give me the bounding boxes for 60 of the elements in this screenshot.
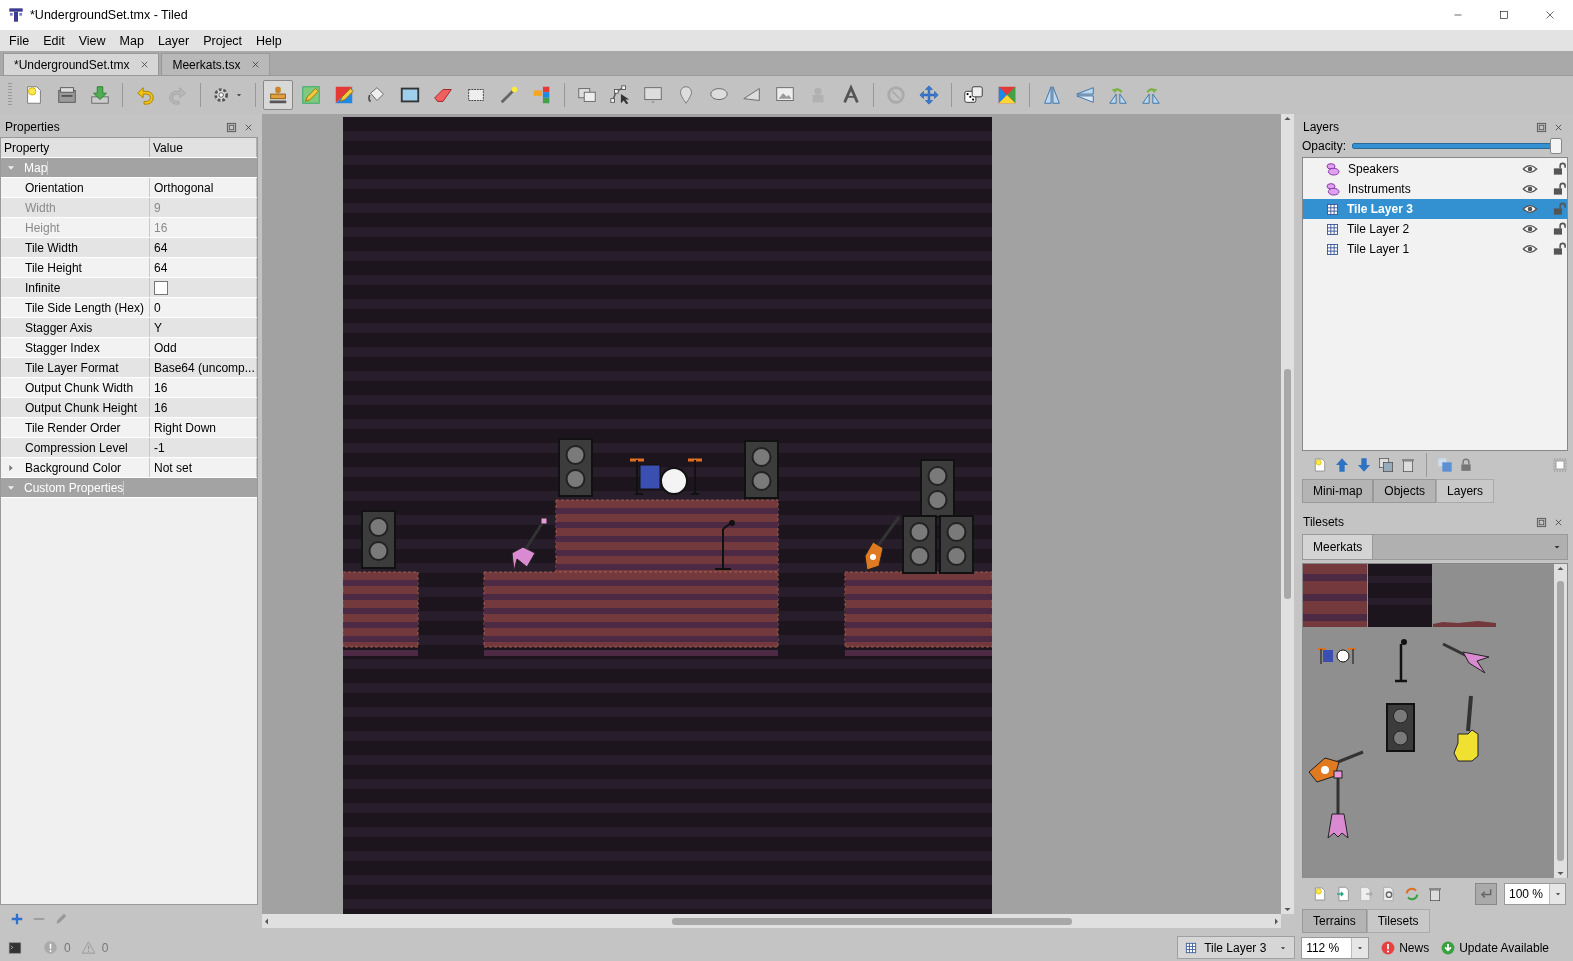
tileset-tab[interactable]: Meerkats <box>1303 535 1374 559</box>
menu-item[interactable]: View <box>71 31 113 50</box>
property-name: Tile Side Length (Hex) <box>25 300 144 315</box>
layer-row[interactable]: Instruments <box>1303 179 1567 199</box>
property-name: Width <box>25 200 56 215</box>
layer-row[interactable]: Speakers <box>1303 159 1567 179</box>
panel-tab[interactable]: Mini-map <box>1302 479 1374 503</box>
menu-item[interactable]: Edit <box>36 31 72 50</box>
news-link[interactable]: News <box>1381 940 1430 955</box>
menu-item[interactable]: Project <box>196 31 250 50</box>
property-name: Stagger Index <box>25 340 100 355</box>
layer-dropdown[interactable]: Tile Layer 3 <box>1177 936 1296 959</box>
panel-tab[interactable]: Terrains <box>1302 909 1367 933</box>
property-name: Compression Level <box>25 440 128 455</box>
menu-item[interactable]: Help <box>249 31 289 50</box>
layer-row[interactable]: Tile Layer 1 <box>1303 239 1567 259</box>
panel-tab[interactable]: Tilesets <box>1366 909 1430 933</box>
property-value[interactable]: 16 <box>154 400 168 415</box>
property-value[interactable]: Not set <box>154 460 192 475</box>
property-name: Background Color <box>25 460 122 475</box>
menu-item[interactable]: Map <box>112 31 151 50</box>
property-name: Infinite <box>25 280 61 295</box>
warning-count: 0 <box>101 940 109 955</box>
opacity-label: Opacity: <box>1302 139 1346 153</box>
property-name: Tile Layer Format <box>25 360 119 375</box>
error-count: 0 <box>64 940 71 955</box>
window-title: *UndergroundSet.tmx - Tiled <box>30 8 189 22</box>
zoom-combobox[interactable]: 112 % <box>1301 936 1370 959</box>
layer-row[interactable]: Tile Layer 2 <box>1303 219 1567 239</box>
property-value[interactable]: -1 <box>154 440 165 455</box>
update-link[interactable]: Update Available <box>1441 940 1549 955</box>
property-name: Height <box>25 220 60 235</box>
panel-title: Layers <box>1303 120 1341 134</box>
panel-tab[interactable]: Layers <box>1436 479 1495 503</box>
property-value[interactable]: Orthogonal <box>154 180 214 195</box>
property-name: Output Chunk Height <box>25 400 138 415</box>
property-value[interactable]: 64 <box>154 240 168 255</box>
property-value[interactable]: 16 <box>154 380 168 395</box>
property-value: 9 <box>154 200 161 215</box>
property-value[interactable]: Right Down <box>154 420 217 435</box>
zoom-combobox[interactable]: 100 % <box>1504 883 1566 905</box>
property-name: Stagger Axis <box>25 320 93 335</box>
column-header[interactable]: Property <box>1 138 150 157</box>
property-name: Output Chunk Width <box>25 380 134 395</box>
property-name: Orientation <box>25 180 84 195</box>
property-value[interactable]: Y <box>154 320 162 335</box>
column-header[interactable]: Value <box>150 138 257 157</box>
panel-title: Tilesets <box>1303 515 1345 529</box>
panel-tab[interactable]: Objects <box>1373 479 1437 503</box>
property-name: Tile Width <box>25 240 78 255</box>
property-value[interactable]: Base64 (uncomp... <box>154 360 255 375</box>
menu-item[interactable]: Layer <box>150 31 197 50</box>
property-value: 16 <box>154 220 168 235</box>
property-value[interactable]: 64 <box>154 260 168 275</box>
panel-title: Properties <box>5 120 61 134</box>
property-value[interactable]: Odd <box>154 340 177 355</box>
property-name: Tile Height <box>25 260 82 275</box>
property-value[interactable]: 0 <box>154 300 161 315</box>
menu-item[interactable]: File <box>2 31 37 50</box>
property-name: Tile Render Order <box>25 420 121 435</box>
